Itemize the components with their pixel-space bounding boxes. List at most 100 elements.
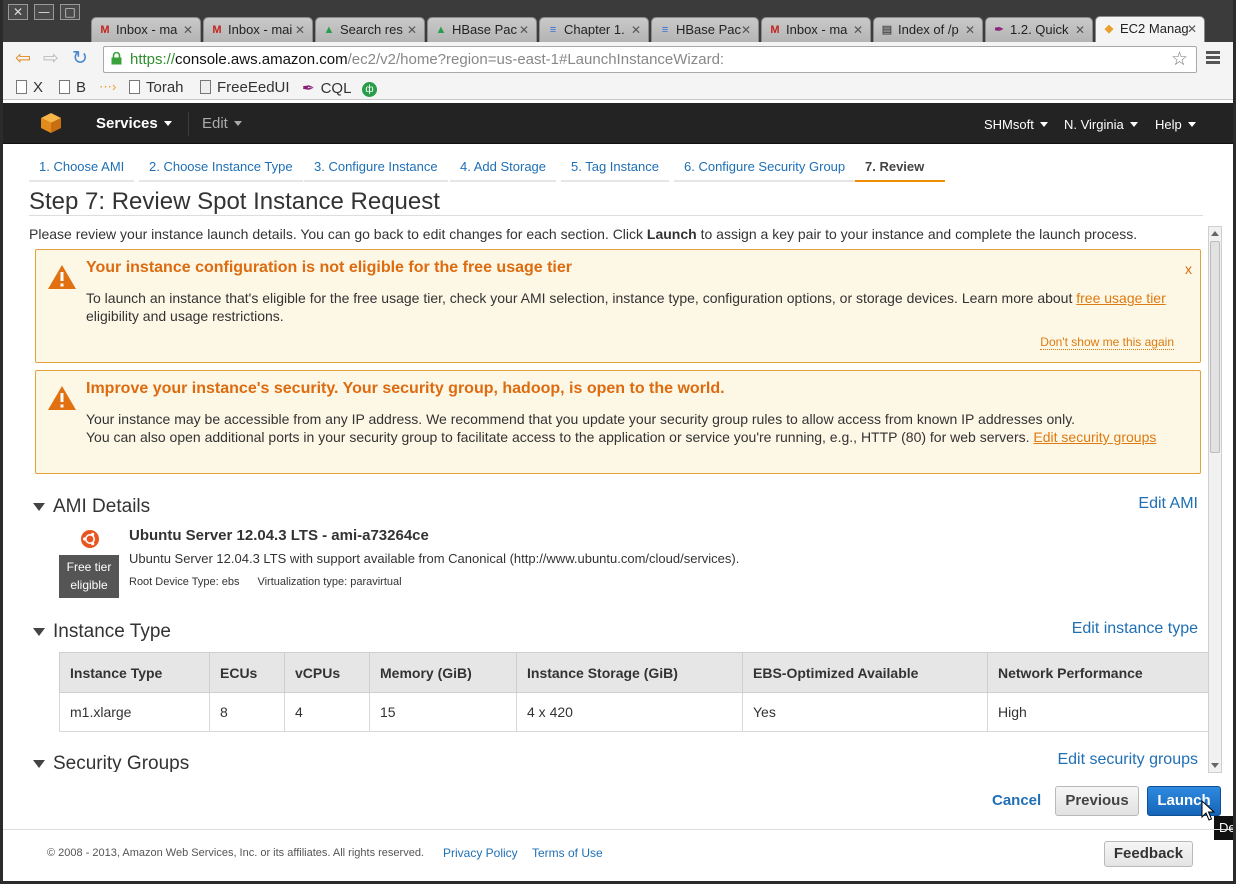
bookmark-arrow[interactable]: ⋯› [99, 79, 116, 95]
browser-tab[interactable]: M Inbox - mai ✕ [203, 17, 313, 42]
aws-cube-logo[interactable] [40, 112, 62, 134]
tab-close-icon[interactable]: ✕ [853, 18, 863, 42]
terms-of-use-link[interactable]: Terms of Use [532, 846, 603, 860]
step-tag-instance[interactable]: 5. Tag Instance [561, 152, 669, 182]
region-menu[interactable]: N. Virginia [1064, 117, 1138, 132]
feedback-button[interactable]: Feedback [1104, 841, 1193, 867]
bookmark-torah[interactable]: Torah [129, 79, 184, 96]
forward-arrow-icon[interactable]: ⇨ [43, 48, 59, 68]
step-add-storage[interactable]: 4. Add Storage [450, 152, 557, 182]
step-review[interactable]: 7. Review [855, 152, 945, 182]
dismiss-close-icon[interactable]: x [1185, 261, 1192, 277]
services-menu[interactable]: Services [96, 115, 172, 132]
collapse-triangle-icon[interactable] [33, 503, 45, 511]
tab-close-icon[interactable]: ✕ [519, 18, 529, 42]
dots-arrow-icon: ⋯› [99, 79, 117, 94]
edit-security-groups-alert-link[interactable]: Edit security groups [1033, 429, 1156, 445]
ubuntu-logo-icon [81, 530, 99, 548]
tab-label: Search res [340, 22, 403, 37]
dont-show-again-link[interactable]: Don't show me this again [1040, 335, 1174, 350]
tab-label: Inbox - ma [786, 22, 848, 37]
bookmark-cql[interactable]: ✒ CQL [302, 79, 351, 97]
browser-tab[interactable]: ▲ Search res ✕ [315, 17, 425, 42]
browser-menu-icon[interactable] [1206, 51, 1220, 65]
bookmark-star-icon[interactable]: ☆ [1171, 47, 1188, 72]
page-title: Step 7: Review Spot Instance Request [29, 188, 440, 215]
table-cell: 15 [369, 692, 517, 732]
edit-security-groups-link[interactable]: Edit security groups [1057, 751, 1198, 769]
browser-tab[interactable]: ✒ 1.2. Quick ✕ [985, 17, 1093, 42]
intro-text: Please review your instance launch detai… [29, 226, 1138, 242]
help-menu[interactable]: Help [1155, 117, 1196, 132]
tab-close-icon[interactable]: ✕ [965, 18, 975, 42]
green-circle-icon: ф [362, 82, 377, 97]
bookmark-x[interactable]: X [16, 79, 43, 96]
window-maximize-button[interactable]: □ [60, 4, 80, 20]
account-menu[interactable]: SHMsoft [984, 117, 1048, 132]
step-configure-security-group[interactable]: 6. Configure Security Group [674, 152, 856, 182]
address-bar[interactable]: https://console.aws.amazon.com/ec2/v2/ho… [103, 46, 1197, 73]
browser-tab[interactable]: ≡ HBase Pac ✕ [651, 17, 759, 42]
reload-icon[interactable]: ↻ [72, 48, 88, 68]
browser-tab[interactable]: M Inbox - ma ✕ [91, 17, 201, 42]
scrollbar-thumb[interactable] [1210, 241, 1220, 453]
cancel-button[interactable]: Cancel [992, 792, 1041, 809]
browser-tab[interactable]: ▲ HBase Pac ✕ [427, 17, 537, 42]
aws-icon: ◆ [1104, 23, 1114, 35]
security-groups-title[interactable]: Security Groups [53, 753, 189, 772]
browser-tab[interactable]: ▤ Index of /p ✕ [873, 17, 983, 42]
tab-close-icon[interactable]: ✕ [1187, 17, 1197, 41]
window-close-button[interactable]: ✕ [8, 4, 28, 20]
edit-menu[interactable]: Edit [202, 115, 242, 132]
tab-close-icon[interactable]: ✕ [631, 18, 641, 42]
scroll-up-arrow-icon[interactable] [1211, 231, 1219, 236]
browser-tab[interactable]: M Inbox - ma ✕ [761, 17, 871, 42]
previous-button[interactable]: Previous [1055, 786, 1139, 816]
page-icon [16, 80, 27, 94]
scroll-down-arrow-icon[interactable] [1211, 763, 1219, 768]
step-choose-instance-type[interactable]: 2. Choose Instance Type [139, 152, 303, 182]
browser-tab[interactable]: ◆ EC2 Manag ✕ [1095, 16, 1205, 42]
free-usage-tier-link[interactable]: free usage tier [1076, 290, 1166, 306]
window-minimize-button[interactable]: — [34, 4, 54, 20]
tab-strip: ✕ — □ M Inbox - ma ✕ M Inbox - mai ✕ ▲ Search r… [3, 0, 1233, 42]
table-cell: 4 [284, 692, 370, 732]
browser-tab[interactable]: ≡ Chapter 1. ✕ [539, 17, 649, 42]
mouse-cursor-icon [1201, 800, 1215, 821]
edit-ami-link[interactable]: Edit AMI [1138, 495, 1198, 513]
edit-instance-type-link[interactable]: Edit instance type [1072, 620, 1198, 638]
tab-close-icon[interactable]: ✕ [741, 18, 751, 42]
instance-type-title[interactable]: Instance Type [53, 621, 171, 643]
url-path: /ec2/v2/home?region=us-east-1#LaunchInst… [347, 51, 725, 68]
feather-icon: ✒ [994, 24, 1004, 36]
privacy-policy-link[interactable]: Privacy Policy [443, 846, 518, 860]
step-choose-ami[interactable]: 1. Choose AMI [29, 152, 135, 182]
tab-label: Index of /p [898, 22, 959, 37]
browser-window: ✕ — □ M Inbox - ma ✕ M Inbox - mai ✕ ▲ Search r… [0, 0, 1236, 884]
docs-icon: ≡ [549, 24, 557, 36]
back-arrow-icon[interactable]: ⇦ [15, 48, 31, 68]
tab-close-icon[interactable]: ✕ [295, 18, 305, 42]
free-tier-heading: Your instance configuration is not eligi… [86, 259, 572, 276]
tab-close-icon[interactable]: ✕ [1075, 18, 1085, 42]
table-cell: 8 [209, 692, 285, 732]
copyright-text: © 2008 - 2013, Amazon Web Services, Inc.… [47, 847, 424, 859]
collapse-triangle-icon[interactable] [33, 760, 45, 768]
tab-close-icon[interactable]: ✕ [407, 18, 417, 42]
tab-label: Chapter 1. [564, 22, 625, 37]
warning-icon [48, 265, 76, 289]
step-configure-instance[interactable]: 3. Configure Instance [304, 152, 448, 182]
vertical-scrollbar[interactable] [1208, 226, 1222, 773]
bookmark-green[interactable]: ф [362, 79, 377, 97]
table-cell: 4 x 420 [516, 692, 743, 732]
tab-label: Inbox - ma [116, 22, 178, 37]
column-header: Network Performance [987, 652, 1209, 693]
collapse-triangle-icon[interactable] [33, 628, 45, 636]
review-content: Please review your instance launch detai… [29, 224, 1209, 772]
bookmark-freeedui[interactable]: FreeEedUI [200, 79, 290, 96]
free-tier-body: To launch an instance that's eligible fo… [86, 290, 1166, 324]
tab-close-icon[interactable]: ✕ [183, 18, 193, 42]
table-cell: High [987, 692, 1209, 732]
ami-details-title[interactable]: AMI Details [53, 496, 150, 518]
bookmark-b[interactable]: B [59, 79, 86, 96]
